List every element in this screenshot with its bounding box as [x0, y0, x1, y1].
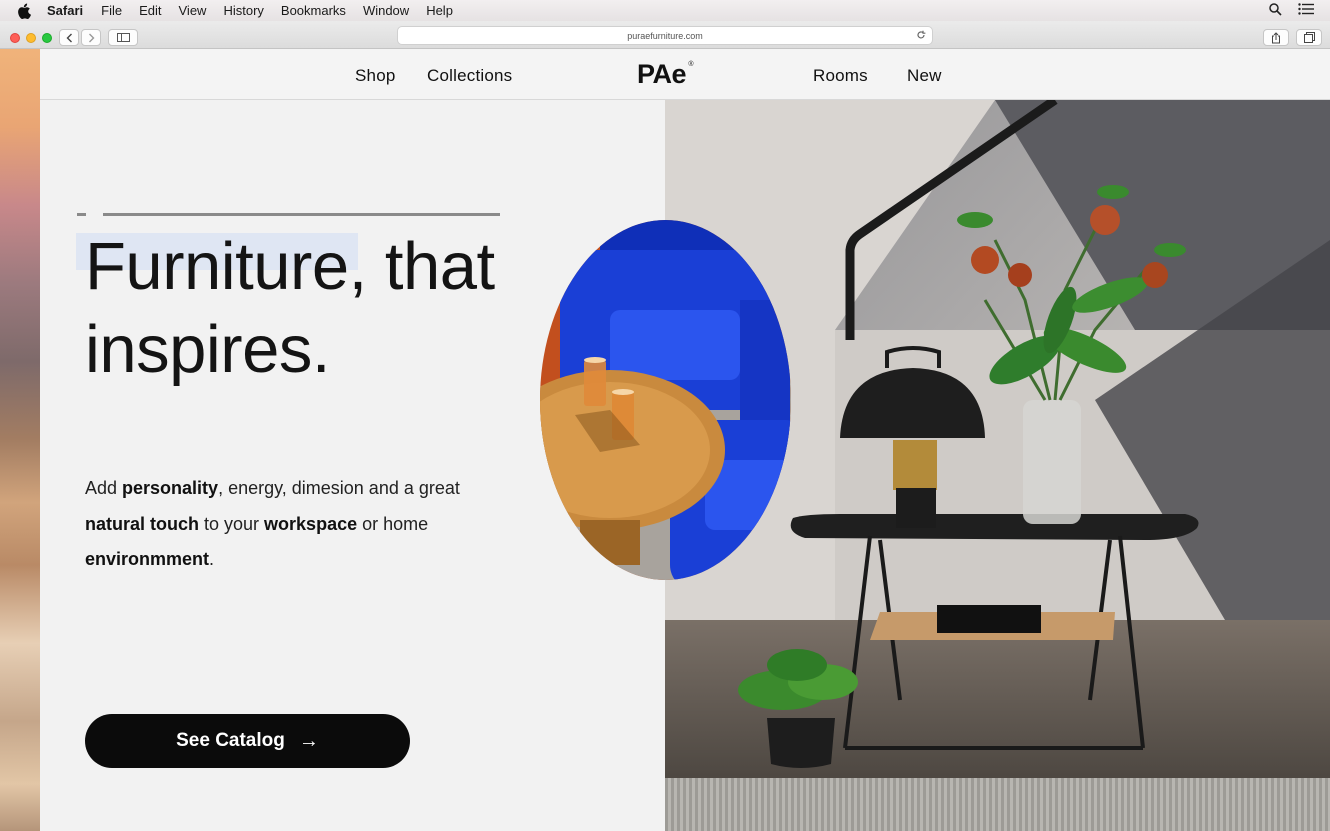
arrow-right-icon: →: [298, 729, 319, 752]
chevron-left-icon: [66, 33, 72, 42]
decorative-rule: [103, 213, 500, 216]
sidebar-toggle-button[interactable]: [108, 29, 138, 46]
menu-window[interactable]: Window: [363, 3, 409, 18]
menu-safari[interactable]: Safari: [47, 3, 83, 18]
menu-edit[interactable]: Edit: [139, 3, 161, 18]
url-text: puraefurniture.com: [627, 30, 703, 41]
oval-photo-blue-chairs: [540, 220, 791, 580]
fullscreen-window-button[interactable]: [42, 33, 52, 43]
tabs-icon: [1303, 32, 1315, 43]
address-bar[interactable]: puraefurniture.com: [397, 26, 933, 45]
nav-new-link[interactable]: New: [907, 66, 942, 86]
menu-help[interactable]: Help: [426, 3, 453, 18]
window-controls: [10, 33, 52, 43]
headline-line-1: Furniture, that: [85, 229, 495, 304]
decorative-dash: [77, 213, 86, 216]
sidebar-icon: [116, 33, 130, 42]
see-catalog-button[interactable]: See Catalog →: [85, 714, 410, 768]
menu-view[interactable]: View: [179, 3, 207, 18]
nav-rooms-link[interactable]: Rooms: [813, 66, 868, 86]
cta-label: See Catalog: [176, 730, 285, 751]
notification-center-icon[interactable]: [1298, 3, 1314, 18]
headline-line-2: inspires.: [85, 312, 330, 387]
website: Shop Collections PAe ® Rooms New Furnitur…: [40, 49, 1330, 831]
browser-toolbar: puraefurniture.com: [0, 21, 1330, 49]
hero-description: Add personality, energy, dimesion and a …: [85, 478, 460, 569]
forward-button[interactable]: [81, 29, 101, 46]
menu-bar: Safari File Edit View History Bookmarks …: [0, 0, 1330, 21]
apple-icon[interactable]: [17, 3, 33, 19]
registered-mark: ®: [688, 61, 694, 68]
desktop-wallpaper: [0, 49, 40, 831]
reload-icon[interactable]: [916, 30, 926, 42]
share-icon: [1272, 31, 1280, 43]
brand-logo[interactable]: PAe ®: [637, 59, 693, 90]
nav-collections-link[interactable]: Collections: [427, 66, 512, 86]
site-nav: Shop Collections PAe ® Rooms New: [40, 49, 1330, 100]
minimize-window-button[interactable]: [26, 33, 36, 43]
chevron-right-icon: [88, 33, 94, 42]
logo-text: PAe: [637, 59, 687, 89]
spotlight-search-icon[interactable]: [1269, 2, 1282, 19]
menu-bookmarks[interactable]: Bookmarks: [281, 3, 346, 18]
close-window-button[interactable]: [10, 33, 20, 43]
tabs-overview-button[interactable]: [1296, 29, 1322, 46]
hero-headline: Furniture, that inspires.: [85, 225, 555, 391]
back-button[interactable]: [59, 29, 79, 46]
share-button[interactable]: [1263, 29, 1289, 46]
nav-shop-link[interactable]: Shop: [355, 66, 396, 86]
menu-file[interactable]: File: [101, 3, 122, 18]
menu-history[interactable]: History: [223, 3, 263, 18]
